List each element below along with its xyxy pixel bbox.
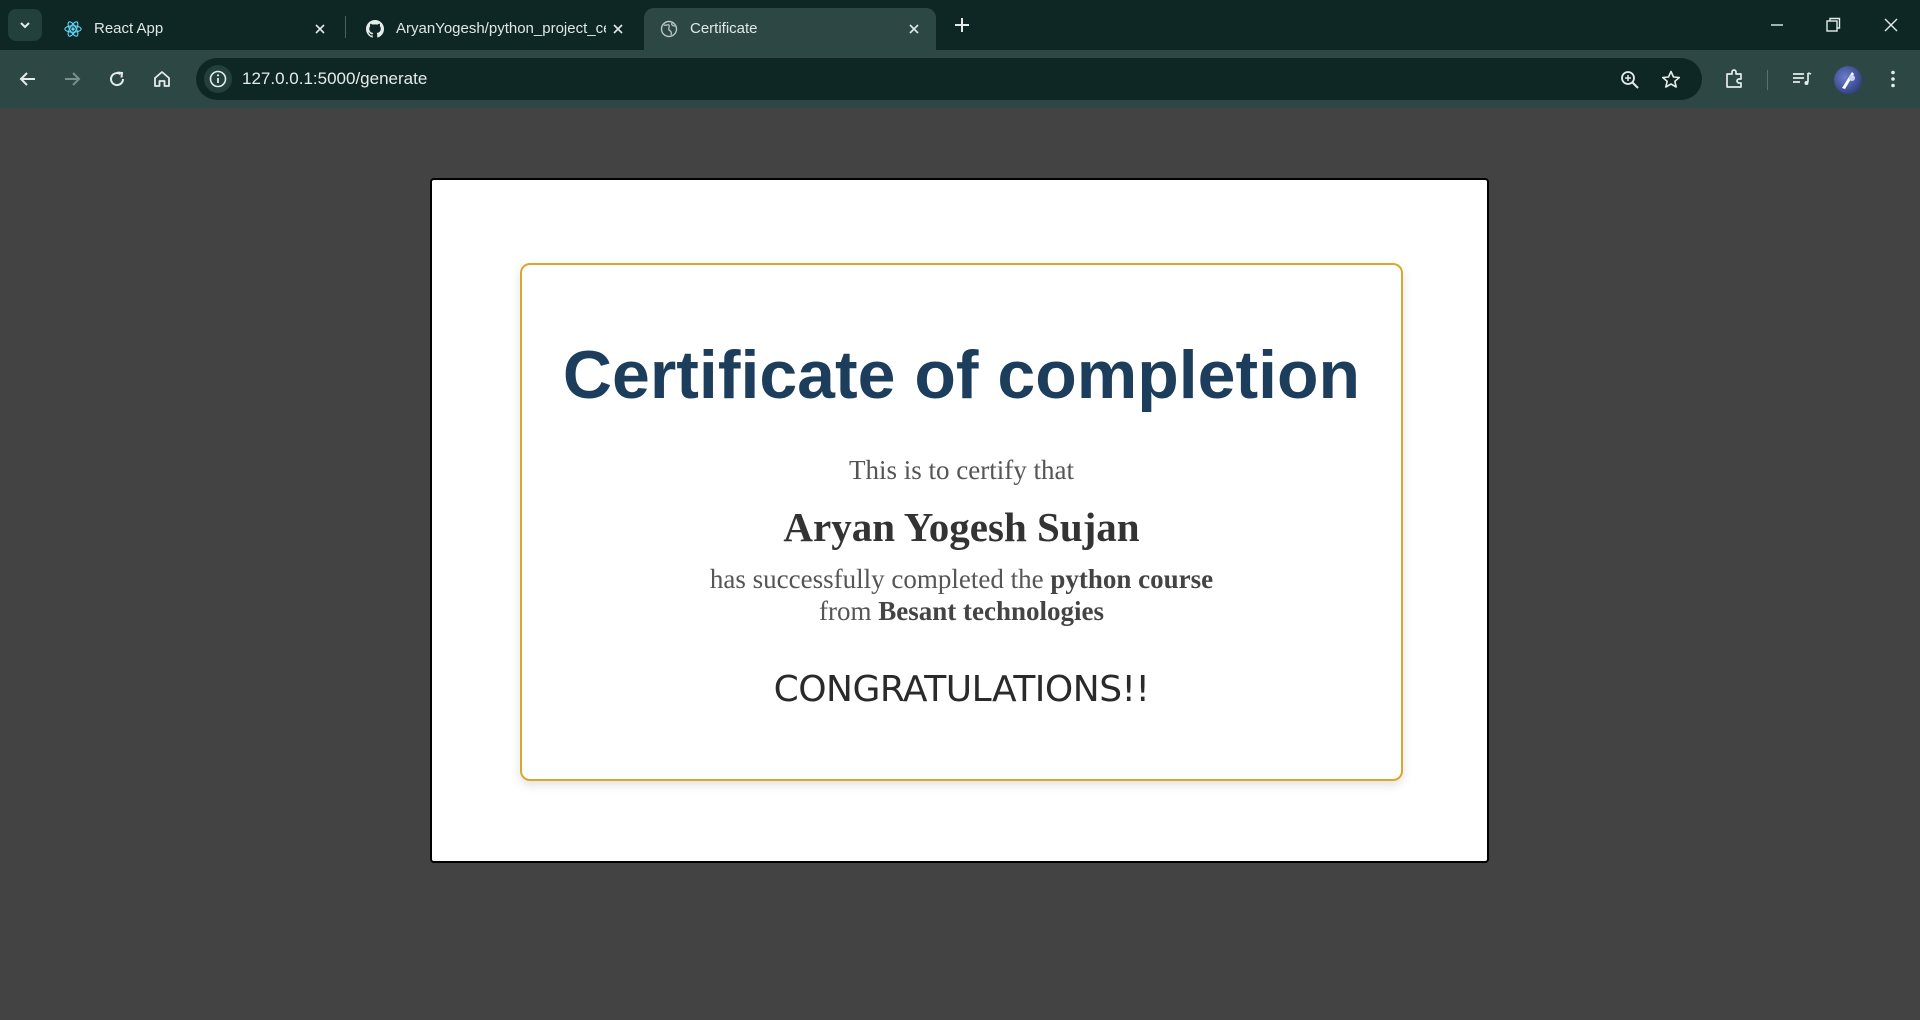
- tab-search-button[interactable]: [8, 9, 42, 41]
- institute-name: Besant technologies: [878, 596, 1104, 626]
- tab-react-app[interactable]: React App: [48, 8, 338, 50]
- toolbar-separator: [1767, 70, 1768, 90]
- close-icon[interactable]: [610, 21, 626, 37]
- congratulations-text: CONGRATULATIONS!!: [773, 669, 1150, 710]
- back-arrow-icon[interactable]: [14, 65, 42, 93]
- close-icon[interactable]: [312, 21, 328, 37]
- address-bar[interactable]: 127.0.0.1:5000/generate: [196, 58, 1702, 100]
- avatar-icon: [1842, 72, 1855, 89]
- menu-kebab-icon[interactable]: [1880, 66, 1906, 92]
- close-icon[interactable]: [906, 21, 922, 37]
- tab-title: AryanYogesh/python_project_ce: [396, 20, 606, 37]
- bookmark-star-icon[interactable]: [1660, 69, 1682, 91]
- info-icon: [209, 70, 227, 88]
- completion-text: has successfully completed the python co…: [522, 563, 1401, 627]
- window-close-icon[interactable]: [1878, 12, 1904, 38]
- certify-text: This is to certify that: [849, 455, 1074, 485]
- tab-github[interactable]: AryanYogesh/python_project_ce: [350, 8, 640, 50]
- recipient-name: Aryan Yogesh Sujan: [783, 504, 1140, 550]
- tab-strip: React App AryanYogesh/python_project_ce …: [0, 0, 1920, 50]
- reload-icon[interactable]: [103, 65, 131, 93]
- tab-title: React App: [94, 20, 164, 37]
- certificate-frame: Certificate of completion This is to cer…: [520, 263, 1403, 781]
- tab-certificate[interactable]: Certificate: [644, 8, 936, 50]
- chevron-down-icon: [20, 22, 30, 29]
- forward-arrow-icon[interactable]: [58, 65, 86, 93]
- site-info-button[interactable]: [204, 65, 232, 93]
- media-controls-icon[interactable]: [1789, 66, 1815, 92]
- certificate-page: Certificate of completion This is to cer…: [430, 178, 1489, 863]
- course-name: python course: [1050, 564, 1214, 594]
- zoom-icon[interactable]: [1619, 69, 1641, 91]
- tab-title: Certificate: [690, 20, 758, 37]
- browser-toolbar: 127.0.0.1:5000/generate: [0, 50, 1920, 108]
- restore-icon[interactable]: [1820, 12, 1846, 38]
- globe-icon: [660, 20, 678, 38]
- page-viewport: Certificate of completion This is to cer…: [0, 108, 1920, 1020]
- new-tab-plus-icon[interactable]: [950, 13, 974, 37]
- profile-avatar[interactable]: [1834, 66, 1862, 94]
- react-icon: [64, 21, 82, 37]
- certificate-title: Certificate of completion: [562, 337, 1361, 413]
- from-prefix: from: [819, 596, 872, 626]
- tab-separator: [345, 16, 346, 38]
- extensions-puzzle-icon[interactable]: [1722, 66, 1748, 92]
- github-icon: [366, 20, 384, 38]
- minimize-icon[interactable]: [1764, 12, 1790, 38]
- url-text: 127.0.0.1:5000/generate: [242, 69, 428, 88]
- home-icon[interactable]: [148, 65, 176, 93]
- completed-prefix: has successfully completed the: [709, 564, 1044, 594]
